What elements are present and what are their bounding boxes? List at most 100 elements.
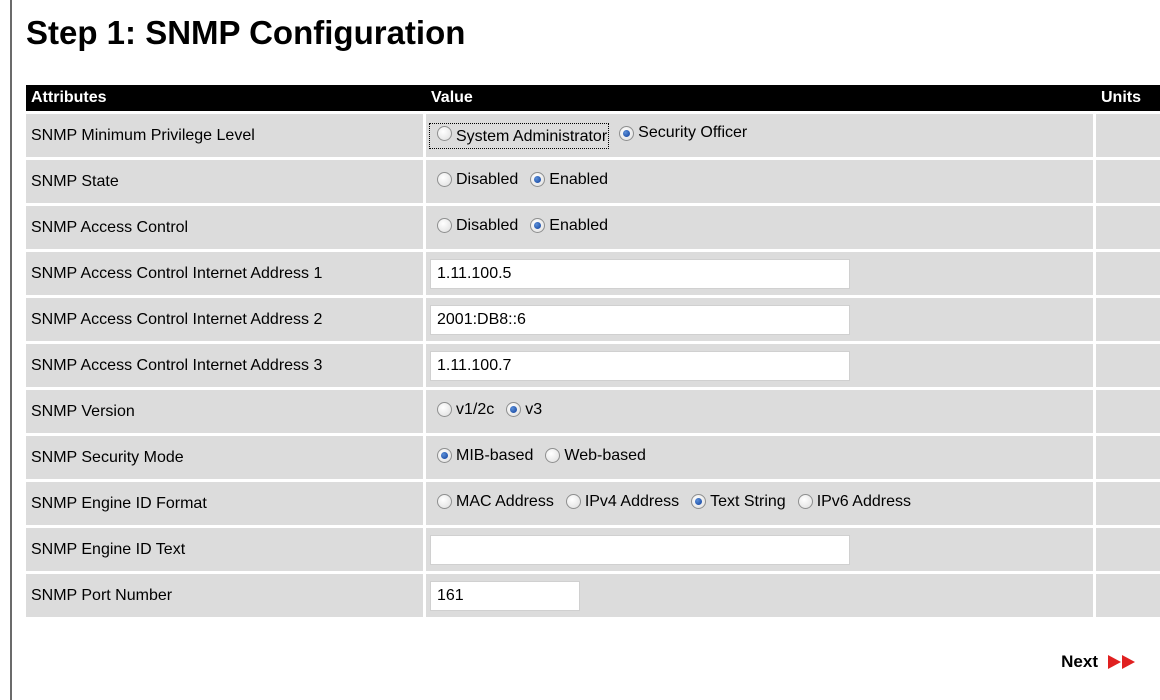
radio-unselected-icon[interactable] bbox=[437, 172, 452, 188]
value-cell bbox=[426, 344, 1096, 387]
radio-option[interactable]: Enabled bbox=[524, 217, 608, 235]
units-cell bbox=[1096, 436, 1160, 479]
attribute-label: SNMP Access Control bbox=[26, 206, 426, 249]
attribute-label: SNMP Access Control Internet Address 3 bbox=[26, 344, 426, 387]
radio-option[interactable]: IPv6 Address bbox=[792, 493, 911, 511]
text-input[interactable] bbox=[430, 304, 850, 335]
text-input[interactable] bbox=[430, 258, 850, 289]
value-cell: MAC Address IPv4 Address Text String IPv6 A… bbox=[426, 482, 1096, 525]
value-cell: v1/2c v3 bbox=[426, 390, 1096, 433]
radio-option-label: Web-based bbox=[564, 446, 646, 464]
header-value: Value bbox=[426, 85, 1096, 111]
value-cell bbox=[426, 528, 1096, 571]
text-input[interactable] bbox=[430, 534, 850, 565]
radio-option[interactable]: System Administrator bbox=[428, 122, 610, 149]
radio-option-label: MAC Address bbox=[456, 492, 554, 510]
units-cell bbox=[1096, 298, 1160, 341]
radio-unselected-icon[interactable] bbox=[437, 494, 452, 510]
radio-unselected-icon[interactable] bbox=[797, 494, 813, 510]
radio-unselected-icon[interactable] bbox=[565, 494, 581, 510]
next-button[interactable]: Next bbox=[1061, 652, 1138, 672]
attribute-label: SNMP Port Number bbox=[26, 574, 426, 617]
table-row: SNMP Security Mode MIB-based Web-based bbox=[26, 436, 1160, 479]
units-cell bbox=[1096, 344, 1160, 387]
units-cell bbox=[1096, 160, 1160, 203]
units-cell bbox=[1096, 206, 1160, 249]
table-row: SNMP Engine ID Text bbox=[26, 528, 1160, 571]
value-cell bbox=[426, 574, 1096, 617]
radio-selected-icon[interactable] bbox=[506, 402, 522, 418]
radio-option-label: Disabled bbox=[456, 170, 519, 188]
units-cell bbox=[1096, 528, 1160, 571]
radio-unselected-icon[interactable] bbox=[437, 402, 452, 418]
radio-option[interactable]: Disabled bbox=[431, 171, 518, 189]
focus-ring: System Administrator bbox=[428, 122, 610, 149]
table-row: SNMP Port Number bbox=[26, 574, 1160, 617]
header-attributes: Attributes bbox=[26, 85, 426, 111]
attribute-label: SNMP State bbox=[26, 160, 426, 203]
attribute-label: SNMP Security Mode bbox=[26, 436, 426, 479]
radio-selected-icon[interactable] bbox=[437, 448, 452, 464]
value-cell bbox=[426, 298, 1096, 341]
radio-option[interactable]: v1/2c bbox=[431, 401, 494, 419]
units-cell bbox=[1096, 252, 1160, 295]
radio-option[interactable]: MAC Address bbox=[431, 493, 554, 511]
table-row: SNMP Access Control Internet Address 1 bbox=[26, 252, 1160, 295]
table-row: SNMP Access Control Disabled Enabled bbox=[26, 206, 1160, 249]
radio-option[interactable]: Security Officer bbox=[613, 124, 747, 142]
table-row: SNMP Version v1/2c v3 bbox=[26, 390, 1160, 433]
radio-selected-icon[interactable] bbox=[691, 494, 707, 510]
radio-unselected-icon[interactable] bbox=[437, 125, 452, 141]
units-cell bbox=[1096, 574, 1160, 617]
radio-unselected-icon[interactable] bbox=[545, 448, 561, 464]
table-row: SNMP Access Control Internet Address 3 bbox=[26, 344, 1160, 387]
radio-option[interactable]: v3 bbox=[500, 401, 542, 419]
radio-selected-icon[interactable] bbox=[530, 218, 546, 234]
table-row: SNMP State Disabled Enabled bbox=[26, 160, 1160, 203]
attribute-label: SNMP Access Control Internet Address 2 bbox=[26, 298, 426, 341]
radio-option-label: Security Officer bbox=[638, 124, 748, 142]
radio-option[interactable]: Enabled bbox=[524, 171, 608, 189]
radio-option[interactable]: IPv4 Address bbox=[560, 493, 679, 511]
attribute-label: SNMP Minimum Privilege Level bbox=[26, 114, 426, 157]
units-cell bbox=[1096, 482, 1160, 525]
attribute-label: SNMP Access Control Internet Address 1 bbox=[26, 252, 426, 295]
text-input[interactable] bbox=[430, 350, 850, 381]
radio-option[interactable]: Text String bbox=[685, 493, 786, 511]
value-cell: Disabled Enabled bbox=[426, 206, 1096, 249]
next-label: Next bbox=[1061, 652, 1098, 671]
value-cell bbox=[426, 252, 1096, 295]
radio-option[interactable]: MIB-based bbox=[431, 447, 533, 465]
page-title: Step 1: SNMP Configuration bbox=[26, 14, 466, 51]
attribute-label: SNMP Engine ID Text bbox=[26, 528, 426, 571]
units-cell bbox=[1096, 390, 1160, 433]
attribute-label: SNMP Version bbox=[26, 390, 426, 433]
table-row: SNMP Minimum Privilege Level System Admin… bbox=[26, 114, 1160, 157]
table-row: SNMP Access Control Internet Address 2 bbox=[26, 298, 1160, 341]
radio-option-label: IPv4 Address bbox=[584, 492, 680, 510]
value-cell: Disabled Enabled bbox=[426, 160, 1096, 203]
table-header-row: Attributes Value Units bbox=[26, 85, 1160, 111]
table-row: SNMP Engine ID Format MAC Address IPv4 Add… bbox=[26, 482, 1160, 525]
attribute-label: SNMP Engine ID Format bbox=[26, 482, 426, 525]
radio-option-label: v1/2c bbox=[456, 400, 495, 418]
radio-option-label: Disabled bbox=[456, 216, 519, 234]
radio-option[interactable]: Web-based bbox=[539, 447, 646, 465]
header-units: Units bbox=[1096, 85, 1160, 111]
radio-option-label: IPv6 Address bbox=[816, 492, 911, 510]
value-cell: System Administrator Security Officer bbox=[426, 114, 1096, 157]
radio-option-label: Enabled bbox=[549, 170, 608, 188]
radio-option-label: System Administrator bbox=[456, 127, 608, 145]
radio-option-label: Text String bbox=[710, 492, 786, 510]
radio-selected-icon[interactable] bbox=[619, 125, 635, 141]
double-chevron-right-icon bbox=[1108, 655, 1135, 669]
radio-option[interactable]: Disabled bbox=[431, 217, 518, 235]
radio-option-label: Enabled bbox=[549, 216, 608, 234]
radio-option-label: MIB-based bbox=[456, 446, 534, 464]
radio-selected-icon[interactable] bbox=[530, 172, 546, 188]
snmp-config-table: Attributes Value Units SNMP Minimum Priv… bbox=[26, 82, 1160, 620]
text-input[interactable] bbox=[430, 580, 580, 611]
value-cell: MIB-based Web-based bbox=[426, 436, 1096, 479]
radio-unselected-icon[interactable] bbox=[437, 218, 452, 234]
radio-option-label: v3 bbox=[525, 400, 543, 418]
